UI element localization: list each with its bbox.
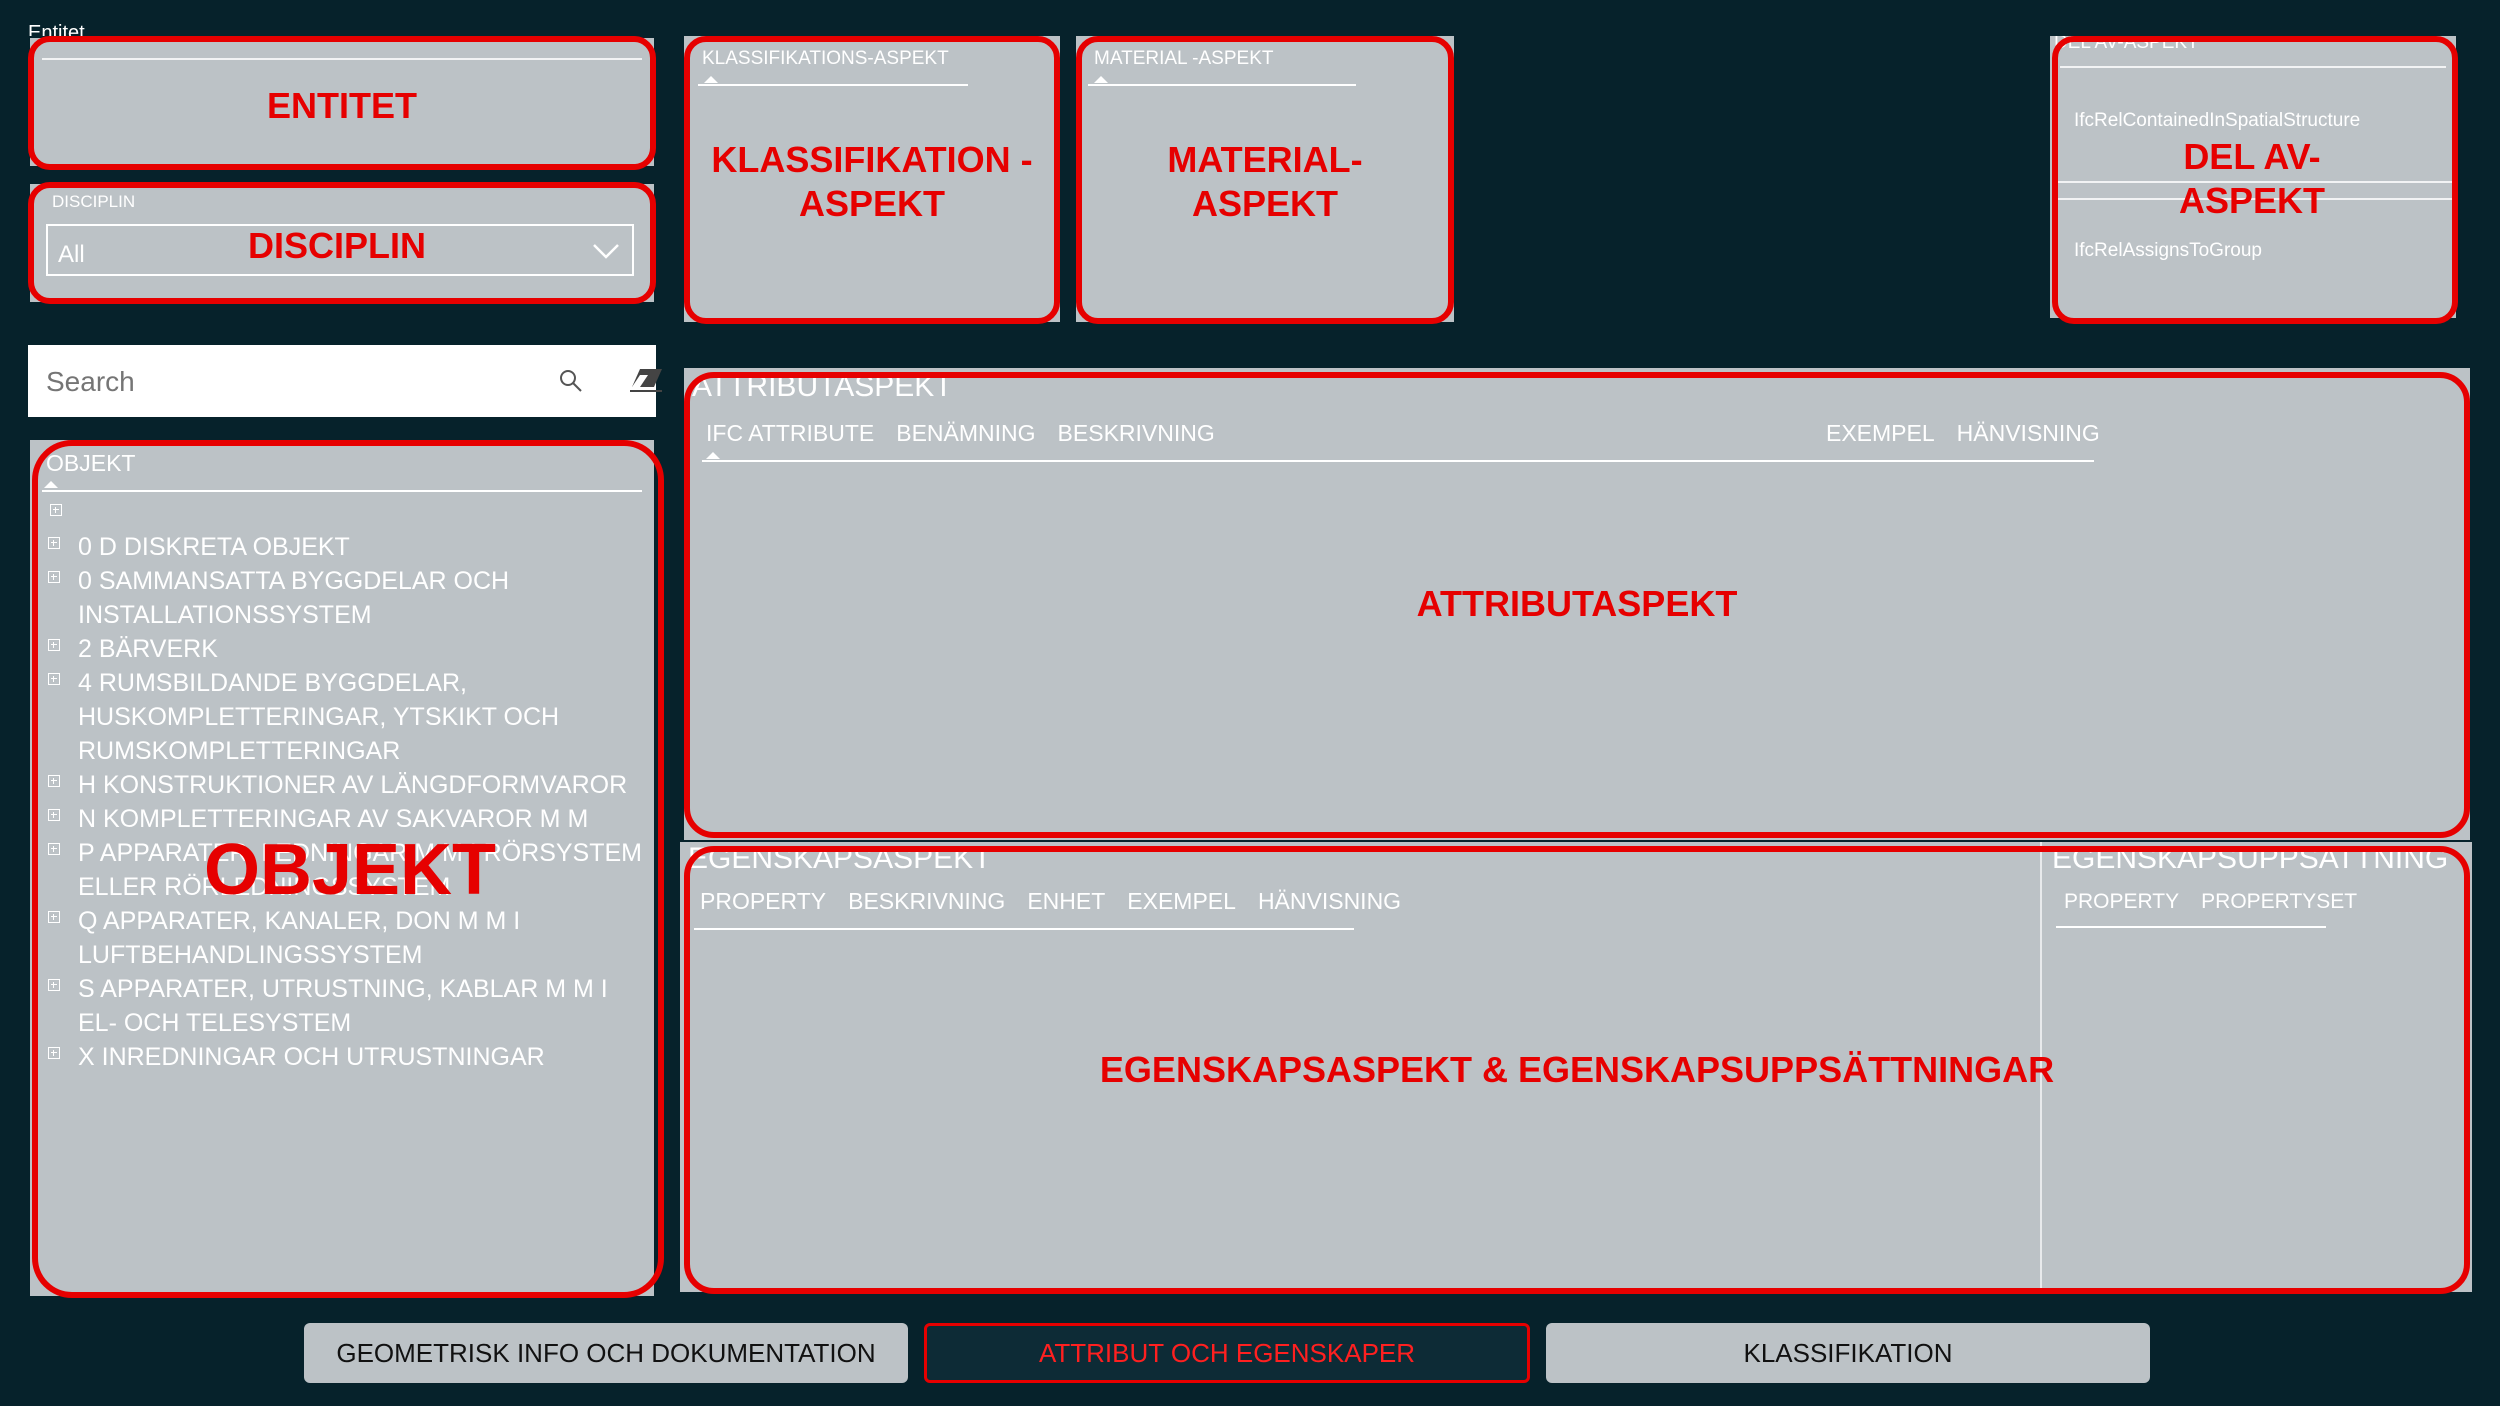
- uppsattning-header: EGENSKAPSUPPSATTNING: [2052, 842, 2449, 875]
- tree-item[interactable]: 0 D DISKRETA OBJEKT: [38, 530, 648, 564]
- entitet-annotation: ENTITET: [267, 85, 417, 126]
- expand-icon: [48, 537, 60, 549]
- entitet-header: Entitet: [28, 22, 85, 36]
- expand-icon: [48, 911, 60, 923]
- column-header: EXEMPEL: [1826, 420, 1935, 446]
- klassifikation-annotation: KLASSIFIKATION - ASPEKT: [711, 139, 1033, 224]
- disciplin-header: DISCIPLIN: [52, 192, 136, 211]
- expand-icon: [48, 639, 60, 651]
- delav-item[interactable]: IfcRelAssignsToGroup: [2074, 240, 2262, 262]
- column-header: PROPERTY: [700, 888, 827, 914]
- column-header: EXEMPEL: [1127, 888, 1236, 914]
- expand-icon: [48, 571, 60, 583]
- expand-all-icon[interactable]: [50, 504, 62, 516]
- expand-icon: [48, 673, 60, 685]
- column-header: ENHET: [1027, 888, 1106, 914]
- column-header: BESKRIVNING: [848, 888, 1006, 914]
- attribut-header: ATTRIBUTASPEKT: [692, 370, 953, 403]
- expand-icon: [48, 843, 60, 855]
- column-header: HÄNVISNING: [1956, 420, 2100, 446]
- disciplin-annotation: DISCIPLIN: [247, 225, 426, 266]
- objekt-annotation: OBJEKT: [203, 830, 497, 910]
- tab-klassifikation[interactable]: KLASSIFIKATION: [1546, 1323, 2150, 1383]
- column-header: HÄNVISNING: [1257, 888, 1402, 914]
- delav-item[interactable]: IfcRelContainedInSpatialStructure: [2074, 110, 2360, 132]
- tree-item[interactable]: H KONSTRUKTIONER AV LÄNGDFORMVAROR: [38, 768, 648, 802]
- tree-item[interactable]: S APPARATER, UTRUSTNING, KABLAR M M I EL…: [38, 972, 648, 1040]
- eraser-icon[interactable]: [630, 367, 664, 393]
- tree-item[interactable]: 2 BÄRVERK: [38, 632, 648, 666]
- attribut-columns-left[interactable]: IFC ATTRIBUTE BENÄMNING BESKRIVNING: [706, 420, 1215, 447]
- column-header: PROPERTYSET: [2201, 890, 2358, 913]
- expand-icon: [48, 809, 60, 821]
- egenskap-annotation: EGENSKAPSASPEKT & EGENSKAPSUPPSÄTTNINGAR: [1099, 1049, 2055, 1090]
- uppsattning-columns[interactable]: PROPERTY PROPERTYSET: [2064, 890, 2357, 914]
- objekt-header: OBJEKT: [46, 450, 136, 476]
- column-header: BENÄMNING: [896, 420, 1036, 446]
- egenskap-header: EGENSKAPSASPEKT: [688, 842, 992, 875]
- column-header: PROPERTY: [2064, 890, 2180, 913]
- attribut-columns-right[interactable]: EXEMPEL HÄNVISNING: [1826, 420, 2100, 447]
- tree-item[interactable]: 4 RUMSBILDANDE BYGGDELAR, HUSKOMPLETTERI…: [38, 666, 648, 768]
- delav-annotation: DEL AV- ASPEKT: [2178, 136, 2326, 221]
- column-header: IFC ATTRIBUTE: [706, 420, 875, 446]
- tab-geometrisk-info[interactable]: GEOMETRISK INFO OCH DOKUMENTATION: [304, 1323, 908, 1383]
- search-bar: [28, 345, 662, 417]
- delav-header: DEL AV-ASPEKT: [2054, 36, 2199, 53]
- objekt-tree: 0 D DISKRETA OBJEKT 0 SAMMANSATTA BYGGDE…: [38, 530, 648, 1074]
- tree-item[interactable]: X INREDNINGAR OCH UTRUSTNINGAR: [38, 1040, 648, 1074]
- material-annotation: MATERIAL- ASPEKT: [1167, 139, 1363, 224]
- tree-item[interactable]: Q APPARATER, KANALER, DON M M I LUFTBEHA…: [38, 904, 648, 972]
- expand-icon: [48, 1047, 60, 1059]
- tree-item[interactable]: 0 SAMMANSATTA BYGGDELAR OCH INSTALLATION…: [38, 564, 648, 632]
- material-header: MATERIAL -ASPEKT: [1094, 48, 1274, 69]
- expand-icon: [48, 775, 60, 787]
- attribut-annotation: ATTRIBUTASPEKT: [1416, 583, 1738, 624]
- search-input[interactable]: [44, 357, 528, 407]
- tab-attribut-och-egenskaper[interactable]: ATTRIBUT OCH EGENSKAPER: [924, 1323, 1530, 1383]
- search-icon[interactable]: [558, 368, 584, 394]
- klassifikation-header: KLASSIFIKATIONS-ASPEKT: [702, 48, 949, 69]
- column-header: BESKRIVNING: [1057, 420, 1215, 446]
- egenskap-columns[interactable]: PROPERTY BESKRIVNING ENHET EXEMPEL HÄNVI…: [700, 888, 1401, 915]
- expand-icon: [48, 979, 60, 991]
